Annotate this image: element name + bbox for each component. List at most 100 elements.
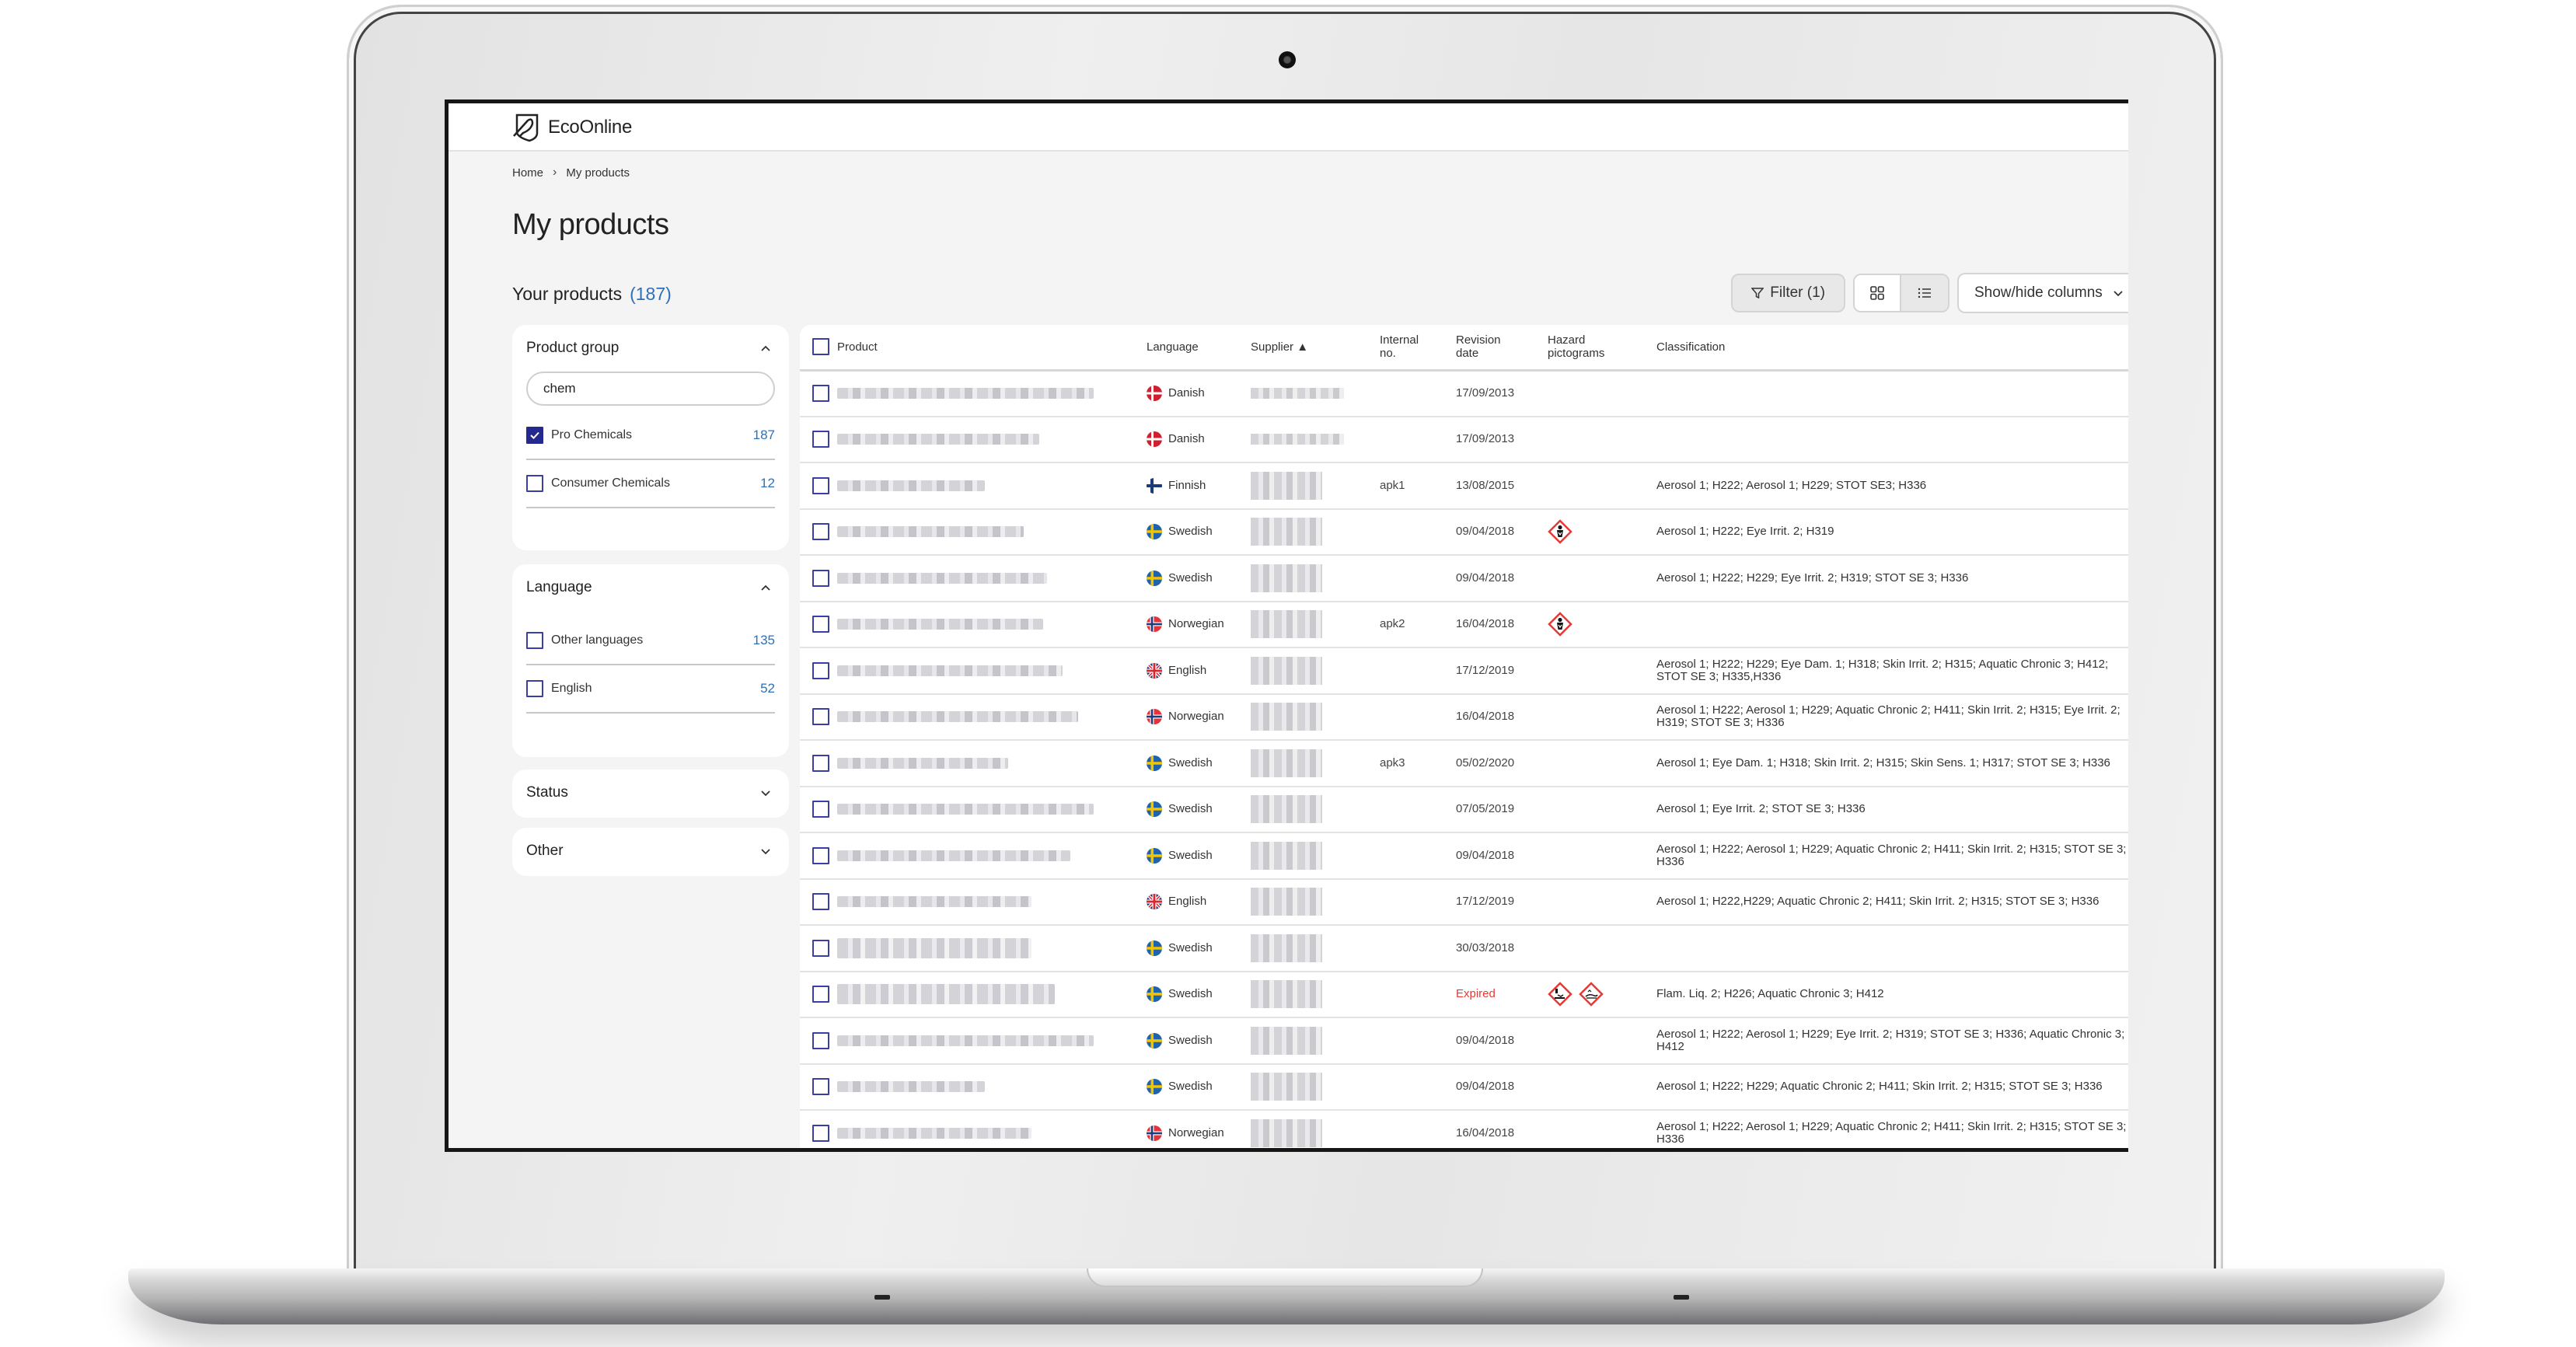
product-name-redacted[interactable] bbox=[837, 711, 1078, 723]
column-header-revision-date[interactable]: Revision date bbox=[1456, 325, 1548, 372]
show-hide-columns-dropdown[interactable]: Show/hide columns bbox=[1957, 273, 2128, 313]
product-name-redacted[interactable] bbox=[837, 526, 1024, 538]
product-cell[interactable] bbox=[837, 647, 1147, 695]
product-cell[interactable] bbox=[837, 878, 1147, 926]
product-cell[interactable] bbox=[837, 971, 1147, 1018]
product-cell[interactable] bbox=[837, 1017, 1147, 1065]
row-checkbox[interactable] bbox=[812, 476, 829, 494]
table-row[interactable]: English 17/12/2019 Aerosol 1; H222,H229; A… bbox=[800, 878, 2128, 926]
product-name-redacted[interactable] bbox=[837, 572, 1047, 584]
grid-view-button[interactable] bbox=[1855, 275, 1901, 311]
product-name-redacted[interactable] bbox=[837, 896, 1031, 908]
table-row[interactable]: Norwegian 16/04/2018 Aerosol 1; H222; Aero… bbox=[800, 1110, 2128, 1148]
product-group-toggle[interactable]: Product group bbox=[512, 325, 789, 372]
row-checkbox[interactable] bbox=[812, 939, 829, 957]
product-group-search-input[interactable] bbox=[526, 372, 775, 406]
filter-button[interactable]: Filter (1) bbox=[1731, 274, 1845, 312]
column-header-hazard-pictograms[interactable]: Hazard pictograms bbox=[1548, 325, 1656, 372]
filter-option-pro-chemicals[interactable]: Pro Chemicals 187 bbox=[526, 412, 775, 460]
product-cell[interactable] bbox=[837, 462, 1147, 510]
other-toggle[interactable]: Other bbox=[512, 828, 789, 874]
product-name-redacted[interactable] bbox=[837, 984, 1055, 1005]
checkbox-checked[interactable] bbox=[526, 427, 543, 444]
product-cell[interactable] bbox=[837, 786, 1147, 833]
product-cell[interactable] bbox=[837, 370, 1147, 417]
table-row[interactable]: Swedish 09/04/2018 Aerosol 1; H222; Aeroso… bbox=[800, 1017, 2128, 1065]
row-checkbox[interactable] bbox=[812, 708, 829, 726]
product-cell[interactable] bbox=[837, 601, 1147, 648]
table-row[interactable]: Swedish Expired Flam. Liq. 2; H226; Aquati… bbox=[800, 971, 2128, 1018]
checkbox[interactable] bbox=[526, 632, 543, 649]
status-toggle[interactable]: Status bbox=[512, 769, 789, 816]
row-checkbox[interactable] bbox=[812, 801, 829, 818]
table-row[interactable]: English 17/12/2019 Aerosol 1; H222; H229; … bbox=[800, 647, 2128, 695]
column-header-internal-no[interactable]: Internal no. bbox=[1380, 325, 1456, 372]
list-view-button[interactable] bbox=[1901, 275, 1948, 311]
product-name-redacted[interactable] bbox=[837, 937, 1031, 958]
table-row[interactable]: Swedish 30/03/2018 bbox=[800, 925, 2128, 972]
filter-option-other-languages[interactable]: Other languages 135 bbox=[526, 617, 775, 665]
products-count: (187) bbox=[630, 284, 672, 304]
table-row[interactable]: Swedish 09/04/2018 Aerosol 1; H222; Aeroso… bbox=[800, 832, 2128, 880]
product-cell[interactable] bbox=[837, 416, 1147, 463]
product-name-redacted[interactable] bbox=[837, 1081, 985, 1093]
product-cell[interactable] bbox=[837, 925, 1147, 972]
language-toggle[interactable]: Language bbox=[512, 564, 789, 611]
table-row[interactable]: Finnish apk1 13/08/2015 Aerosol 1; H222; Ae… bbox=[800, 462, 2128, 510]
column-header-supplier[interactable]: Supplier ▲ bbox=[1251, 325, 1380, 372]
header-line: Revision bbox=[1456, 333, 1501, 347]
column-header-classification[interactable]: Classification bbox=[1656, 325, 2128, 372]
product-cell[interactable] bbox=[837, 693, 1147, 741]
row-checkbox[interactable] bbox=[812, 661, 829, 679]
product-cell[interactable] bbox=[837, 1110, 1147, 1148]
product-name-redacted[interactable] bbox=[837, 480, 985, 491]
products-table-container: Product Language Supplier ▲ Internal no. … bbox=[800, 325, 2128, 1148]
row-checkbox[interactable] bbox=[812, 893, 829, 911]
row-checkbox[interactable] bbox=[812, 1031, 829, 1049]
product-name-redacted[interactable] bbox=[837, 665, 1063, 676]
product-cell[interactable] bbox=[837, 740, 1147, 787]
select-all-checkbox[interactable] bbox=[812, 338, 829, 356]
table-row[interactable]: Swedish 07/05/2019 Aerosol 1; Eye Irrit. 2… bbox=[800, 786, 2128, 833]
row-checkbox[interactable] bbox=[812, 754, 829, 772]
checkbox[interactable] bbox=[526, 680, 543, 697]
filter-option-consumer-chemicals[interactable]: Consumer Chemicals 12 bbox=[526, 460, 775, 508]
table-row[interactable]: Danish 17/09/2013 bbox=[800, 370, 2128, 417]
filter-option-english[interactable]: English 52 bbox=[526, 665, 775, 714]
table-row[interactable]: Swedish 09/04/2018 Aerosol 1; H222; H229; … bbox=[800, 555, 2128, 602]
column-header-product[interactable]: Product bbox=[837, 325, 1147, 372]
row-checkbox[interactable] bbox=[812, 616, 829, 633]
row-checkbox[interactable] bbox=[812, 431, 829, 448]
product-cell[interactable] bbox=[837, 508, 1147, 556]
checkbox[interactable] bbox=[526, 475, 543, 492]
product-name-redacted[interactable] bbox=[837, 388, 1094, 399]
row-checkbox[interactable] bbox=[812, 1078, 829, 1096]
product-name-redacted[interactable] bbox=[837, 850, 1070, 861]
product-name-redacted[interactable] bbox=[837, 619, 1043, 630]
product-name-redacted[interactable] bbox=[837, 1035, 1094, 1046]
row-checkbox[interactable] bbox=[812, 1124, 829, 1142]
product-name-redacted[interactable] bbox=[837, 804, 1094, 815]
product-cell[interactable] bbox=[837, 832, 1147, 880]
row-checkbox[interactable] bbox=[812, 846, 829, 864]
supplier-cell bbox=[1251, 1110, 1380, 1148]
product-name-redacted[interactable] bbox=[837, 757, 1008, 769]
product-cell[interactable] bbox=[837, 1063, 1147, 1111]
breadcrumb-home[interactable]: Home bbox=[512, 166, 543, 180]
classification-cell: Aerosol 1; H222; H229; Eye Dam. 1; H318;… bbox=[1656, 647, 2128, 695]
table-row[interactable]: Swedish 09/04/2018 Aerosol 1; H222; Eye Ir… bbox=[800, 508, 2128, 556]
row-checkbox[interactable] bbox=[812, 385, 829, 402]
table-row[interactable]: Danish 17/09/2013 bbox=[800, 416, 2128, 463]
row-checkbox[interactable] bbox=[812, 523, 829, 541]
column-header-language[interactable]: Language bbox=[1147, 325, 1251, 372]
table-row[interactable]: Norwegian 16/04/2018 Aerosol 1; H222; Aero… bbox=[800, 693, 2128, 741]
table-row[interactable]: Swedish 09/04/2018 Aerosol 1; H222; H229; … bbox=[800, 1063, 2128, 1111]
product-name-redacted[interactable] bbox=[837, 1127, 1031, 1139]
row-checkbox[interactable] bbox=[812, 569, 829, 587]
product-name-redacted[interactable] bbox=[837, 434, 1039, 445]
row-checkbox[interactable] bbox=[812, 986, 829, 1003]
table-row[interactable]: Swedish apk3 05/02/2020 Aerosol 1; Eye Dam.… bbox=[800, 740, 2128, 787]
product-cell[interactable] bbox=[837, 555, 1147, 602]
table-row[interactable]: Norwegian apk2 16/04/2018 bbox=[800, 601, 2128, 648]
brand-logo[interactable]: EcoOnline bbox=[512, 113, 632, 142]
